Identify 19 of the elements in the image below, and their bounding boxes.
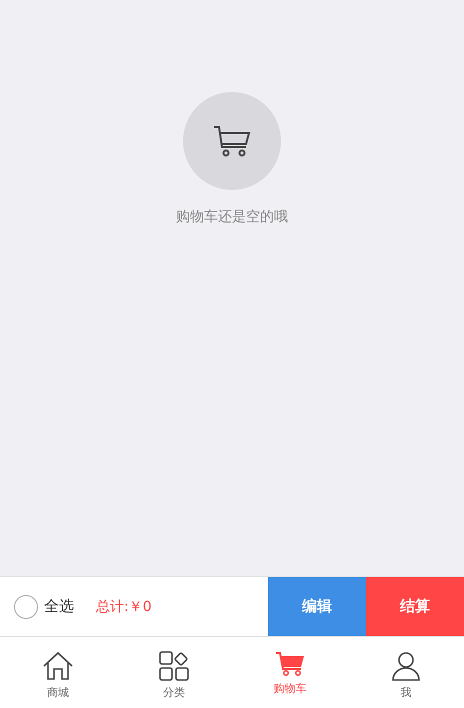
- tab-label: 商城: [47, 685, 69, 700]
- select-all-checkbox[interactable]: [14, 594, 38, 618]
- cart-icon: [213, 125, 251, 157]
- empty-cart-message: 购物车还是空的哦: [176, 208, 288, 226]
- tab-bar-item[interactable]: 商城: [0, 637, 116, 708]
- person-icon: [391, 651, 421, 681]
- tab-label: 我: [400, 685, 412, 700]
- tab-bar-item[interactable]: 购物车: [232, 637, 348, 708]
- checkout-button[interactable]: 结算: [366, 577, 464, 636]
- tab-label: 分类: [163, 685, 185, 700]
- tab-bar-item[interactable]: 分类: [116, 637, 232, 708]
- home-icon: [42, 651, 74, 681]
- cart-icon: [275, 651, 305, 677]
- tab-label: 购物车: [274, 681, 306, 696]
- total-amount: 总计:￥0: [96, 598, 153, 616]
- tab-bar-item[interactable]: 我: [348, 637, 464, 708]
- grid-icon: [159, 651, 189, 681]
- select-all-label: 全选: [44, 597, 74, 616]
- edit-button[interactable]: 编辑: [268, 577, 366, 636]
